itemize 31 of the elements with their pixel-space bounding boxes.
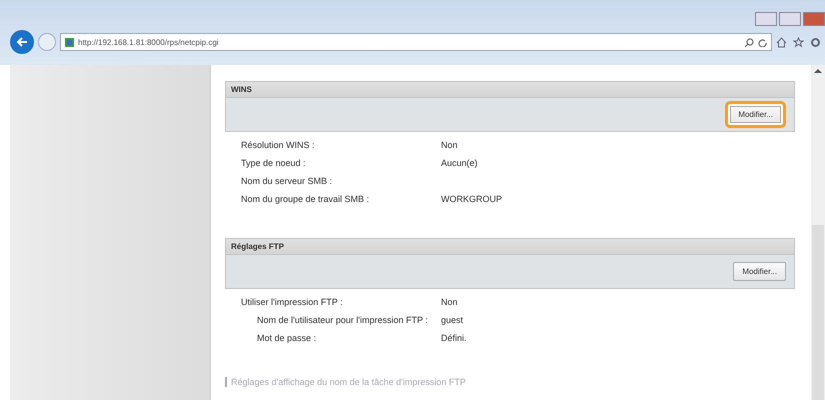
site-icon [65,38,74,46]
search-icon[interactable] [745,38,754,46]
setting-label: Nom du serveur SMB : [241,176,334,186]
minimize-button[interactable] [755,12,777,26]
setting-value: Aucun(e) [441,158,479,168]
maximize-button[interactable] [779,12,801,26]
url-text: http://192.168.1.81:8000/rps/netcpip.cgi [78,38,219,46]
setting-label: Nom du groupe de travail SMB : [241,194,370,204]
scroll-thumb[interactable] [812,225,824,400]
address-bar[interactable]: http://192.168.1.81:8000/rps/netcpip.cgi [60,33,772,51]
setting-value: WORKGROUP [441,194,504,204]
back-arrow-icon [16,36,28,48]
scrollbar[interactable] [811,65,825,400]
section-header: Réglages FTP [225,238,795,255]
setting-value: guest [441,315,464,325]
star-icon[interactable] [793,36,804,48]
back-button[interactable] [10,30,34,54]
refresh-icon[interactable] [758,38,767,46]
setting-value: Non [441,297,459,307]
scroll-up-icon[interactable] [814,69,822,73]
setting-label: Résolution WINS : [241,140,316,150]
setting-value: Défini. [441,333,468,343]
modify-button[interactable]: Modifier... [733,262,786,281]
home-icon[interactable] [776,36,787,48]
section-header: WINS [225,81,795,98]
setting-label: Mot de passe : [256,333,318,343]
setting-label: Nom de l'utilisateur pour l'impression FTP : [256,315,429,325]
modify-button[interactable]: Modifier... [725,101,786,128]
setting-label: Utiliser l'impression FTP : [241,297,344,307]
setting-label: Type de noeud : [241,158,307,168]
setting-value: Non [441,140,459,150]
